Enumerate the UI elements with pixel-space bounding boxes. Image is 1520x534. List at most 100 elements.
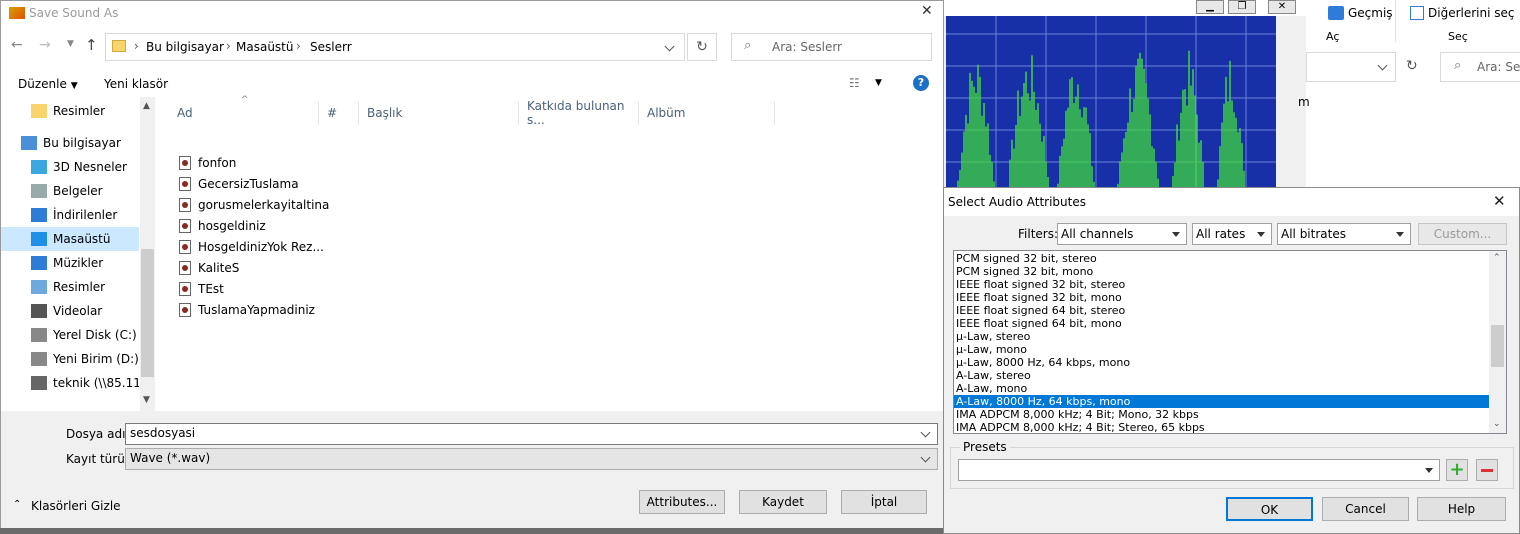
refresh-button[interactable]: ↻: [687, 33, 717, 61]
nav-item[interactable]: teknik (\\85.111.: [1, 371, 139, 395]
save-button[interactable]: Kaydet: [739, 490, 827, 514]
close-icon[interactable]: ✕: [921, 3, 933, 19]
waveform-display[interactable]: [946, 16, 1276, 200]
file-item[interactable]: hosgeldiniz: [179, 215, 266, 236]
back-icon[interactable]: ←: [11, 37, 23, 53]
ok-button[interactable]: OK: [1226, 497, 1313, 521]
chevron-right-icon: ›: [296, 39, 301, 53]
file-name: KaliteS: [198, 260, 240, 275]
nav-item[interactable]: Resimler: [1, 275, 139, 299]
custom-button[interactable]: Custom...: [1418, 223, 1507, 245]
rates-select[interactable]: All rates: [1192, 223, 1272, 245]
nav-item[interactable]: Yeni Birim (D:): [1, 347, 139, 371]
format-item[interactable]: µ-Law, stereo: [954, 330, 1489, 343]
format-item[interactable]: PCM signed 32 bit, stereo: [954, 252, 1489, 265]
audio-format-list[interactable]: PCM signed 32 bit, stereo PCM signed 32 b…: [953, 250, 1507, 434]
search-input[interactable]: Ara: Ses: [1440, 52, 1520, 82]
address-dropdown[interactable]: [1306, 52, 1396, 82]
nav-item[interactable]: Videolar: [1, 299, 139, 323]
audio-file-icon: [179, 281, 191, 296]
nav-item[interactable]: Yerel Disk (C:): [1, 323, 139, 347]
format-item[interactable]: µ-Law, mono: [954, 343, 1489, 356]
scroll-up-icon[interactable]: ▲: [143, 101, 150, 111]
search-icon: ⌕: [744, 38, 752, 53]
column-header[interactable]: #: [319, 101, 359, 125]
column-header[interactable]: Başlık: [359, 101, 519, 125]
refresh-icon[interactable]: ↻: [1406, 58, 1418, 74]
recent-locations-icon[interactable]: ▼: [67, 39, 74, 49]
chevron-down-icon[interactable]: [920, 452, 931, 463]
up-icon[interactable]: ↑: [85, 36, 98, 54]
help-icon[interactable]: ?: [913, 75, 929, 91]
format-item[interactable]: A-Law, mono: [954, 382, 1489, 395]
format-item[interactable]: IEEE float signed 32 bit, mono: [954, 291, 1489, 304]
format-item[interactable]: µ-Law, 8000 Hz, 64 kbps, mono: [954, 356, 1489, 369]
minimize-icon[interactable]: ▁: [1196, 0, 1224, 14]
format-item[interactable]: IEEE float signed 64 bit, stereo: [954, 304, 1489, 317]
scroll-down-icon[interactable]: ⌄: [1493, 419, 1501, 429]
attr-cancel-button[interactable]: Cancel: [1322, 497, 1409, 521]
nav-item[interactable]: Resimler: [1, 99, 139, 123]
preset-select[interactable]: [958, 459, 1440, 481]
search-input[interactable]: ⌕ Ara: Seslerr: [731, 33, 932, 61]
format-scrollbar[interactable]: ⌃ ⌄: [1489, 251, 1506, 433]
chevron-right-icon: ›: [226, 39, 231, 53]
help-button[interactable]: Help: [1417, 497, 1506, 521]
bitrates-select[interactable]: All bitrates: [1277, 223, 1411, 245]
file-item[interactable]: gorusmelerkayitaltina: [179, 194, 329, 215]
view-options-icon[interactable]: ☷: [849, 76, 860, 90]
scroll-up-icon[interactable]: ⌃: [1493, 253, 1501, 263]
add-preset-icon[interactable]: +: [1446, 459, 1468, 481]
format-item[interactable]: PCM signed 32 bit, mono: [954, 265, 1489, 278]
file-item[interactable]: fonfon: [179, 152, 236, 173]
breadcrumb-item[interactable]: Seslerr: [310, 40, 352, 54]
select-others-button[interactable]: Diğerlerini seç: [1428, 6, 1514, 20]
breadcrumb-item[interactable]: Bu bilgisayar: [146, 40, 224, 54]
view-dropdown-icon[interactable]: ▼: [875, 78, 882, 88]
format-item[interactable]: IMA ADPCM 8,000 kHz; 4 Bit; Mono, 32 kbp…: [954, 408, 1489, 421]
chevron-up-icon[interactable]: ⌃: [13, 499, 21, 510]
nav-item[interactable]: 3D Nesneler: [1, 155, 139, 179]
file-item[interactable]: KaliteS: [179, 257, 239, 278]
format-item[interactable]: IEEE float signed 32 bit, stereo: [954, 278, 1489, 291]
close-icon[interactable]: ✕: [1493, 192, 1506, 210]
file-item[interactable]: HosgeldinizYok Rez...: [179, 236, 324, 257]
format-item[interactable]: IMA ADPCM 8,000 kHz; 4 Bit; Stereo, 65 k…: [954, 421, 1489, 433]
file-item[interactable]: TuslamaYapmadiniz: [179, 299, 315, 320]
cancel-button[interactable]: İptal: [841, 490, 927, 514]
nav-scrollbar[interactable]: ▲ ▼: [140, 97, 155, 411]
file-item[interactable]: TEst: [179, 278, 224, 299]
breadcrumb-item[interactable]: Masaüstü: [236, 40, 293, 54]
filename-input[interactable]: sesdosyasi: [125, 423, 938, 445]
remove-preset-icon[interactable]: [1476, 459, 1498, 481]
format-item[interactable]: IEEE float signed 64 bit, mono: [954, 317, 1489, 330]
scroll-down-icon[interactable]: ▼: [143, 395, 150, 405]
address-bar[interactable]: › Bu bilgisayar › Masaüstü › Seslerr: [105, 33, 685, 61]
forward-icon[interactable]: →: [39, 37, 51, 53]
nav-scroll-thumb[interactable]: [141, 249, 154, 377]
chevron-down-icon[interactable]: [664, 41, 675, 52]
chevron-down-icon[interactable]: [920, 427, 931, 438]
format-item[interactable]: A-Law, stereo: [954, 369, 1489, 382]
attributes-button[interactable]: Attributes...: [639, 490, 725, 514]
close-icon[interactable]: ✕: [1268, 0, 1296, 14]
restore-icon[interactable]: ❐: [1228, 0, 1256, 14]
column-header[interactable]: Albüm: [639, 101, 775, 125]
column-header[interactable]: Katkıda bulunan s...: [519, 99, 639, 127]
format-item[interactable]: A-Law, 8000 Hz, 64 kbps, mono: [954, 395, 1489, 408]
filetype-select[interactable]: Wave (*.wav): [125, 448, 938, 470]
organize-menu[interactable]: Düzenle ▼: [18, 77, 78, 91]
command-bar: Düzenle ▼ Yeni klasör ☷ ▼ ?: [1, 72, 945, 96]
channels-select[interactable]: All channels: [1057, 223, 1187, 245]
nav-item[interactable]: Masaüstü: [1, 227, 139, 251]
nav-item[interactable]: Bu bilgisayar: [1, 131, 139, 155]
download-icon: [31, 208, 47, 222]
new-folder-button[interactable]: Yeni klasör: [104, 77, 168, 91]
nav-item[interactable]: İndirilenler: [1, 203, 139, 227]
nav-item[interactable]: Belgeler: [1, 179, 139, 203]
history-button[interactable]: Geçmiş: [1348, 6, 1393, 20]
file-item[interactable]: GecersizTuslama: [179, 173, 299, 194]
format-scroll-thumb[interactable]: [1491, 325, 1504, 367]
hide-folders-button[interactable]: Klasörleri Gizle: [31, 499, 121, 513]
nav-item[interactable]: Müzikler: [1, 251, 139, 275]
